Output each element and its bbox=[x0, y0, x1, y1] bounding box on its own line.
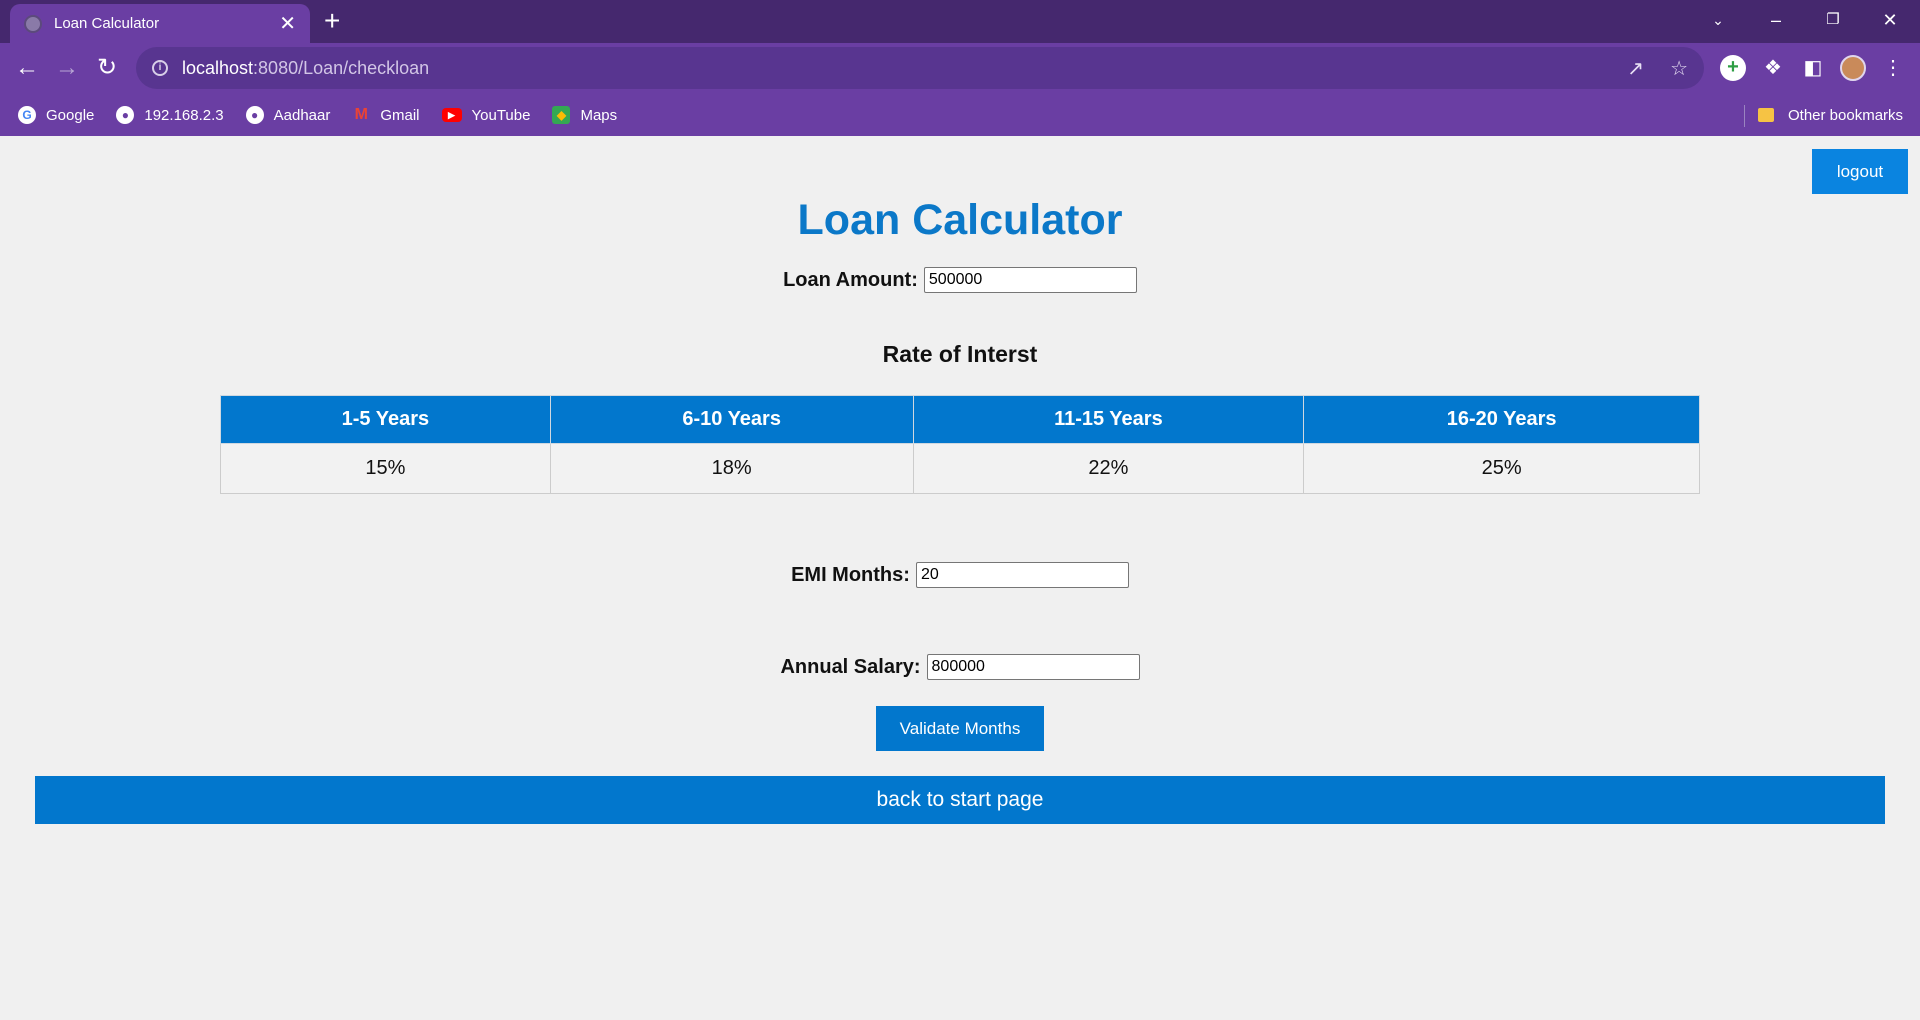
restore-button[interactable]: ❐ bbox=[1818, 6, 1848, 34]
validate-months-button[interactable]: Validate Months bbox=[876, 706, 1044, 751]
bookmark-label: YouTube bbox=[471, 106, 531, 124]
page-title: Loan Calculator bbox=[797, 196, 1123, 244]
loan-amount-label: Loan Amount: bbox=[783, 268, 918, 291]
emi-months-row: EMI Months: bbox=[0, 562, 1920, 588]
loan-amount-row: Loan Amount: bbox=[0, 267, 1920, 293]
rate-header-cell: 1-5 Years bbox=[220, 395, 551, 444]
new-tab-button[interactable]: + bbox=[324, 6, 340, 36]
browser-toolbar: ← → ↻ i localhost :8080/Loan/checkloan ↗… bbox=[0, 43, 1920, 136]
profile-avatar[interactable] bbox=[1840, 55, 1866, 81]
bookmark-aadhaar[interactable]: ● Aadhaar bbox=[245, 106, 331, 124]
tab-search-icon[interactable]: ⌄ bbox=[1703, 6, 1733, 34]
bookmark-maps[interactable]: ◆ Maps bbox=[552, 106, 617, 124]
rate-cell: 25% bbox=[1303, 443, 1700, 494]
back-to-start-link[interactable]: back to start page bbox=[35, 776, 1885, 824]
bookmark-label: 192.168.2.3 bbox=[144, 106, 224, 124]
rate-table-header-row: 1-5 Years 6-10 Years 11-15 Years 16-20 Y… bbox=[220, 395, 1700, 444]
forward-arrow-icon[interactable]: → bbox=[52, 53, 82, 83]
browser-titlebar: Loan Calculator ✕ + ⌄ – ❐ ✕ bbox=[0, 0, 1920, 43]
extensions-puzzle-icon[interactable]: ❖ bbox=[1760, 55, 1786, 81]
gmail-icon: M bbox=[354, 106, 368, 123]
site-info-icon[interactable]: i bbox=[152, 60, 168, 76]
tab-favicon-icon bbox=[24, 14, 42, 33]
folder-icon bbox=[1758, 108, 1774, 122]
close-window-button[interactable]: ✕ bbox=[1875, 6, 1905, 34]
share-icon[interactable]: ↗ bbox=[1627, 56, 1644, 81]
bookmark-star-icon[interactable]: ☆ bbox=[1670, 56, 1688, 81]
bookmark-google[interactable]: G Google bbox=[18, 106, 94, 124]
browser-tab[interactable]: Loan Calculator ✕ bbox=[10, 4, 310, 43]
back-arrow-icon[interactable]: ← bbox=[12, 53, 42, 83]
rate-heading: Rate of Interst bbox=[882, 341, 1038, 367]
rate-header-cell: 11-15 Years bbox=[912, 395, 1305, 444]
globe-icon: ● bbox=[116, 106, 135, 124]
globe-icon: ● bbox=[245, 106, 264, 124]
annual-salary-label: Annual Salary: bbox=[780, 655, 921, 678]
other-bookmarks-label: Other bookmarks bbox=[1788, 106, 1904, 124]
rate-cell: 15% bbox=[220, 443, 551, 494]
rate-header-cell: 6-10 Years bbox=[549, 395, 914, 444]
extension-plus-icon[interactable]: + bbox=[1720, 55, 1746, 81]
rate-header-cell: 16-20 Years bbox=[1303, 395, 1700, 444]
bookmark-gmail[interactable]: M Gmail bbox=[352, 106, 420, 124]
google-icon: G bbox=[18, 106, 36, 124]
other-bookmarks[interactable]: Other bookmarks bbox=[1758, 97, 1903, 133]
logout-button[interactable]: logout bbox=[1812, 149, 1908, 194]
bookmark-label: Maps bbox=[580, 106, 618, 124]
youtube-icon: ▶ bbox=[441, 108, 462, 122]
bookmark-youtube[interactable]: ▶ YouTube bbox=[441, 106, 531, 124]
address-bar[interactable]: i localhost :8080/Loan/checkloan ↗ ☆ bbox=[136, 47, 1704, 89]
bookmark-ip[interactable]: ● 192.168.2.3 bbox=[116, 106, 224, 124]
rate-table: 1-5 Years 6-10 Years 11-15 Years 16-20 Y… bbox=[220, 395, 1700, 494]
bookmark-label: Gmail bbox=[380, 106, 420, 124]
bookmark-label: Google bbox=[46, 106, 95, 124]
page-content: logout Loan Calculator Loan Amount: Rate… bbox=[0, 136, 1920, 1020]
annual-salary-input[interactable] bbox=[926, 654, 1140, 680]
loan-amount-input[interactable] bbox=[923, 267, 1137, 293]
annual-salary-row: Annual Salary: bbox=[0, 654, 1920, 680]
url-path: :8080/Loan/checkloan bbox=[253, 57, 430, 78]
table-row: 15% 18% 22% 25% bbox=[220, 443, 1700, 494]
bookmarks-bar: G Google ● 192.168.2.3 ● Aadhaar M Gmail… bbox=[0, 97, 1920, 133]
emi-months-label: EMI Months: bbox=[791, 563, 910, 586]
bookmarks-divider bbox=[1744, 105, 1745, 127]
maps-icon: ◆ bbox=[552, 106, 571, 124]
menu-kebab-icon[interactable]: ⋮ bbox=[1880, 55, 1906, 81]
close-tab-icon[interactable]: ✕ bbox=[279, 14, 296, 34]
rate-cell: 22% bbox=[912, 443, 1305, 494]
tab-title: Loan Calculator bbox=[54, 15, 160, 32]
side-panel-icon[interactable]: ◧ bbox=[1800, 55, 1826, 81]
minimize-button[interactable]: – bbox=[1761, 6, 1791, 34]
bookmark-label: Aadhaar bbox=[273, 106, 331, 124]
url-host: localhost bbox=[182, 57, 254, 78]
emi-months-input[interactable] bbox=[915, 562, 1129, 588]
rate-cell: 18% bbox=[549, 443, 914, 494]
reload-icon[interactable]: ↻ bbox=[92, 53, 122, 83]
